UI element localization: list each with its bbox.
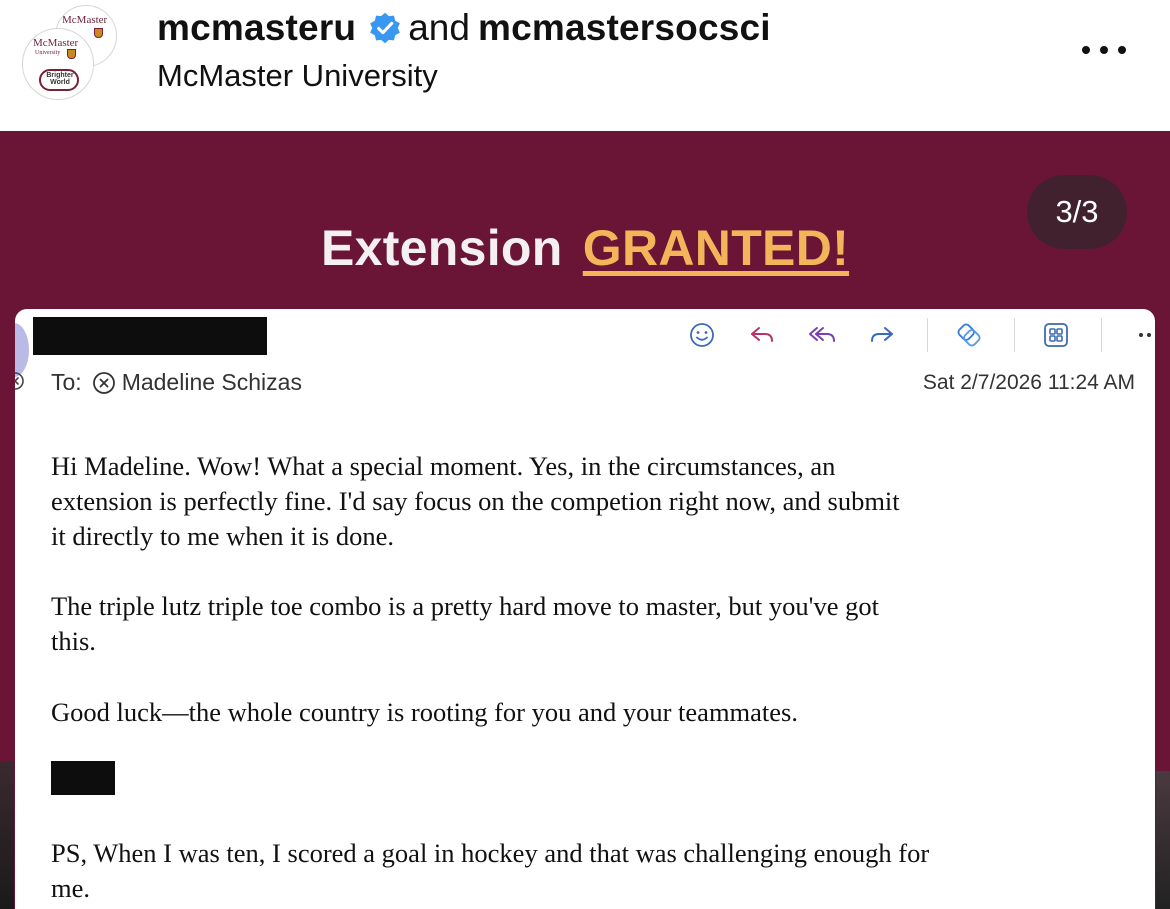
reply-icon[interactable]: [747, 320, 777, 350]
avatar-wordmark: McMaster: [62, 14, 108, 26]
toolbar-divider: [1014, 318, 1015, 352]
post-slide[interactable]: Extension GRANTED! 3/3 To: Madeline Schi…: [0, 131, 1170, 909]
photo-edge-left: [0, 761, 14, 909]
slide-heading: Extension GRANTED!: [0, 219, 1170, 277]
remove-recipient-icon[interactable]: [92, 371, 116, 395]
more-horizontal-icon[interactable]: [1076, 38, 1132, 62]
toolbar-divider: [1101, 318, 1102, 352]
email-paragraph: Hi Madeline. Wow! What a special moment.…: [51, 451, 900, 551]
email-timestamp: Sat 2/7/2026 11:24 AM: [922, 371, 1135, 394]
toolbar-divider: [927, 318, 928, 352]
emoji-icon[interactable]: [687, 320, 717, 350]
email-card: To: Madeline Schizas Sat 2/7/2026 11:24 …: [15, 309, 1155, 909]
collab-avatar-primary[interactable]: McMaster University Brighter World: [22, 28, 94, 100]
crest-icon: [94, 28, 103, 38]
slide-heading-plain: Extension: [320, 220, 563, 276]
brighter-world-text: Brighter World: [46, 72, 74, 86]
reply-all-icon[interactable]: [807, 320, 837, 350]
more-icon[interactable]: [1134, 320, 1155, 350]
copilot-icon[interactable]: [954, 320, 984, 350]
avatar-subline: University: [35, 50, 61, 56]
recipient-name[interactable]: Madeline Schizas: [122, 369, 302, 396]
slide-heading-accent: GRANTED!: [582, 220, 850, 276]
forward-icon[interactable]: [867, 320, 897, 350]
photo-edge-right: [1156, 771, 1170, 909]
account-primary-link[interactable]: mcmasteru: [157, 7, 356, 49]
post-header: McMaster McMaster University Brighter Wo…: [0, 0, 1170, 131]
account-line: mcmasteru and mcmastersocsci: [157, 6, 771, 50]
remove-icon[interactable]: [15, 371, 25, 391]
email-paragraph: PS, When I was ten, I scored a goal in h…: [51, 838, 930, 903]
to-label: To:: [51, 369, 82, 395]
redacted-sender-name: [33, 317, 267, 355]
redacted-signature: [51, 761, 115, 795]
account-secondary-link[interactable]: mcmastersocsci: [478, 7, 771, 49]
account-joiner: and: [408, 7, 470, 48]
slide-counter-badge: 3/3: [1027, 175, 1127, 249]
apps-icon[interactable]: [1041, 320, 1071, 350]
email-paragraph: The triple lutz triple toe combo is a pr…: [51, 591, 879, 656]
avatar-wordmark: McMaster: [33, 37, 79, 49]
recipient-row: To: Madeline Schizas: [51, 369, 302, 396]
sender-avatar: [15, 323, 29, 377]
verified-badge-icon: [370, 12, 401, 44]
post-location-subtitle[interactable]: McMaster University: [157, 58, 438, 94]
email-toolbar: [687, 317, 1155, 353]
email-paragraph: Good luck—the whole country is rooting f…: [51, 697, 798, 727]
crest-icon: [67, 49, 76, 59]
